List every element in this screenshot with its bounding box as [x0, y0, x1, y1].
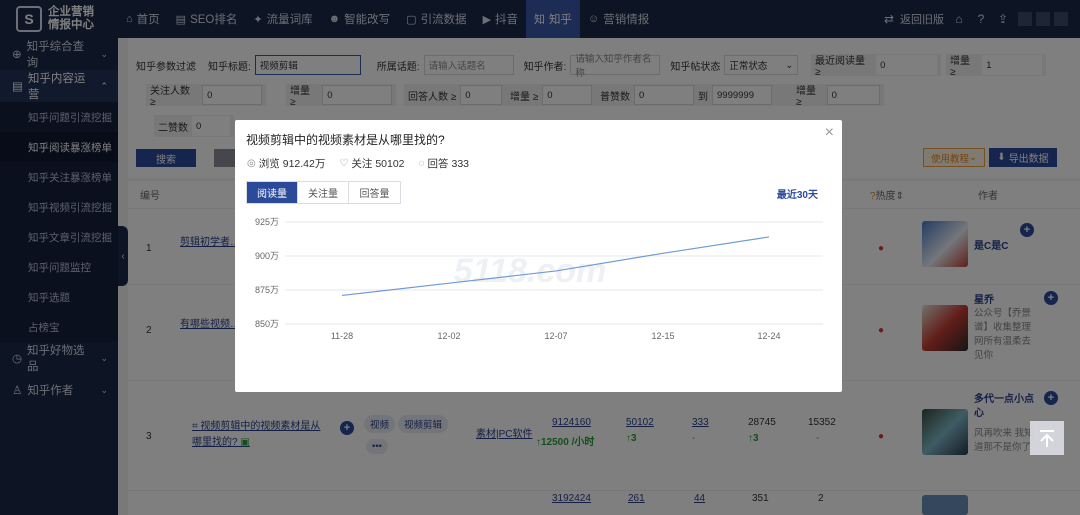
trend-modal: 视频剪辑中的视频素材是从哪里找的? × ◎ 浏览 912.42万 ♡ 关注 50102 …: [235, 120, 842, 392]
x-tick-label: 12-02: [437, 331, 460, 341]
back-to-top-button[interactable]: [1030, 421, 1064, 455]
range-selector[interactable]: 最近30天: [777, 186, 818, 201]
views-count: 912.42万: [282, 158, 326, 170]
arrow-up-icon: [1040, 430, 1054, 447]
x-tick-label: 11-28: [331, 331, 353, 341]
eye-icon: ◎: [247, 158, 256, 169]
x-tick-label: 12-24: [757, 331, 780, 341]
close-icon[interactable]: ×: [825, 124, 834, 142]
y-tick-label: 925万: [255, 217, 279, 227]
question-stats: ◎ 浏览 912.42万 ♡ 关注 50102 ◌ 回答 333: [247, 157, 470, 171]
tab-reads[interactable]: 阅读量: [247, 182, 298, 203]
tab-answers[interactable]: 回答量: [349, 182, 400, 203]
watermark: 5118.com: [454, 252, 606, 290]
answers-count: 333: [451, 157, 470, 170]
y-tick-label: 900万: [255, 251, 279, 261]
modal-title: 视频剪辑中的视频素材是从哪里找的?: [246, 133, 445, 147]
reads-line-chart: 5118.com 925万 900万 875万 850万 11-28 12-02 12-07…: [255, 217, 823, 341]
comment-icon: ◌: [418, 158, 425, 169]
follows-count: 50102: [375, 157, 405, 170]
y-tick-label: 875万: [255, 285, 279, 295]
y-tick-label: 850万: [255, 319, 279, 329]
heart-icon: ♡: [339, 158, 349, 169]
x-tick-label: 12-07: [544, 331, 567, 341]
x-tick-label: 12-15: [651, 331, 674, 341]
metric-tabs: 阅读量 关注量 回答量: [246, 181, 401, 204]
tab-follows[interactable]: 关注量: [298, 182, 349, 203]
